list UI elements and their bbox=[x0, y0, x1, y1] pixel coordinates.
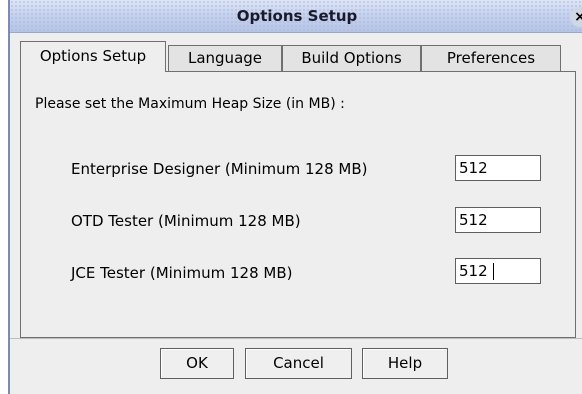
tab-language[interactable]: Language bbox=[168, 45, 282, 71]
button-separator bbox=[10, 338, 582, 339]
cancel-button[interactable]: Cancel bbox=[245, 348, 352, 379]
enterprise-designer-label: Enterprise Designer (Minimum 128 MB) bbox=[71, 160, 368, 178]
otd-tester-label: OTD Tester (Minimum 128 MB) bbox=[71, 212, 301, 230]
enterprise-designer-heap-input[interactable]: 512 bbox=[455, 155, 541, 181]
help-button[interactable]: Help bbox=[362, 348, 448, 379]
jce-tester-label: JCE Tester (Minimum 128 MB) bbox=[71, 264, 293, 282]
ok-button[interactable]: OK bbox=[160, 348, 234, 379]
options-setup-dialog: Options Setup × Options Setup Language B… bbox=[8, 0, 582, 394]
tab-options-setup[interactable]: Options Setup bbox=[20, 41, 166, 72]
title-bar[interactable]: Options Setup × bbox=[10, 0, 582, 33]
heap-size-prompt: Please set the Maximum Heap Size (in MB)… bbox=[35, 96, 345, 112]
options-setup-panel: Please set the Maximum Heap Size (in MB)… bbox=[20, 71, 576, 338]
tab-build-options[interactable]: Build Options bbox=[282, 45, 421, 71]
text-caret bbox=[493, 263, 494, 280]
tab-preferences[interactable]: Preferences bbox=[421, 45, 561, 71]
otd-tester-heap-input[interactable]: 512 bbox=[455, 207, 541, 233]
window-title: Options Setup bbox=[236, 7, 358, 25]
jce-tester-heap-value: 512 bbox=[459, 262, 488, 280]
jce-tester-heap-input[interactable]: 512 bbox=[455, 258, 541, 284]
